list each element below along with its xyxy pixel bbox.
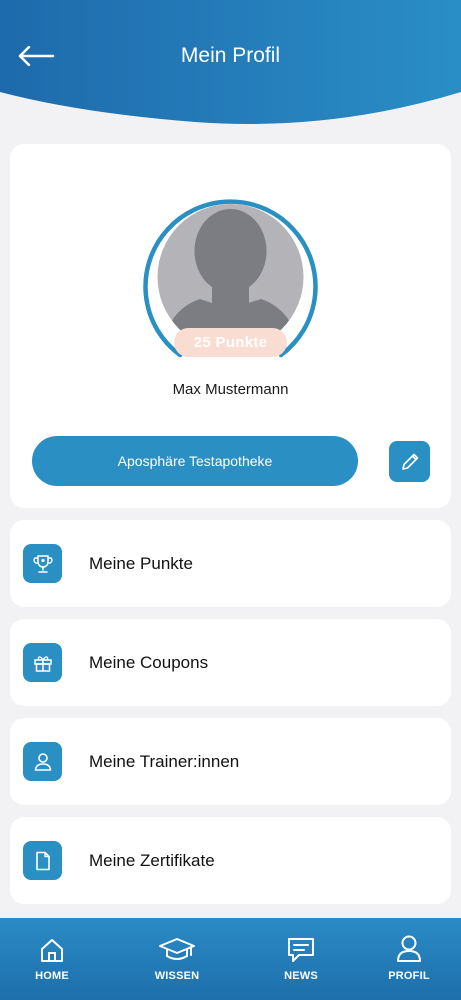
edit-profile-button[interactable] <box>389 441 430 482</box>
nav-label: NEWS <box>284 970 318 982</box>
menu-icon-box <box>23 841 62 880</box>
nav-label: WISSEN <box>154 970 200 982</box>
page-title: Mein Profil <box>180 44 281 67</box>
nav-label: PROFIL <box>388 970 430 982</box>
menu-item-zertifikate[interactable]: Meine Zertifikate <box>10 817 451 904</box>
profile-card: 25 Punkte Max Mustermann Aposphäre Testa… <box>10 144 451 508</box>
pharmacy-button[interactable]: Aposphäre Testapotheke <box>32 436 358 486</box>
menu-item-trainer[interactable]: Meine Trainer:innen <box>10 718 451 805</box>
nav-item-news[interactable]: NEWS <box>261 918 341 1000</box>
menu-item-label: Meine Zertifikate <box>89 850 215 870</box>
profile-icon <box>397 935 421 962</box>
bottom-navigation: HOME WISSEN NEWS PROFIL <box>0 918 461 1000</box>
graduation-cap-icon <box>159 938 195 960</box>
nav-item-home[interactable]: HOME <box>12 918 92 1000</box>
menu-item-label: Meine Coupons <box>89 652 209 672</box>
home-icon <box>41 939 63 962</box>
menu-item-label: Meine Punkte <box>89 553 193 573</box>
gift-icon <box>33 655 52 672</box>
menu-item-punkte[interactable]: Meine Punkte <box>10 520 451 607</box>
menu-item-label: Meine Trainer:innen <box>89 751 240 771</box>
header: Mein Profil <box>0 0 461 125</box>
nav-item-profil[interactable]: PROFIL <box>369 918 449 1000</box>
person-icon <box>34 752 51 771</box>
menu-icon-box <box>23 742 62 781</box>
pencil-icon <box>401 453 418 470</box>
user-name: Max Mustermann <box>172 381 289 398</box>
menu-item-coupons[interactable]: Meine Coupons <box>10 619 451 706</box>
chat-bubble-icon <box>288 938 314 962</box>
nav-item-wissen[interactable]: WISSEN <box>137 918 217 1000</box>
points-badge: 25 Punkte <box>174 328 287 357</box>
document-icon <box>35 851 50 870</box>
menu-icon-box <box>23 643 62 682</box>
menu-icon-box <box>23 544 62 583</box>
nav-label: HOME <box>35 970 69 982</box>
trophy-icon <box>32 554 53 573</box>
